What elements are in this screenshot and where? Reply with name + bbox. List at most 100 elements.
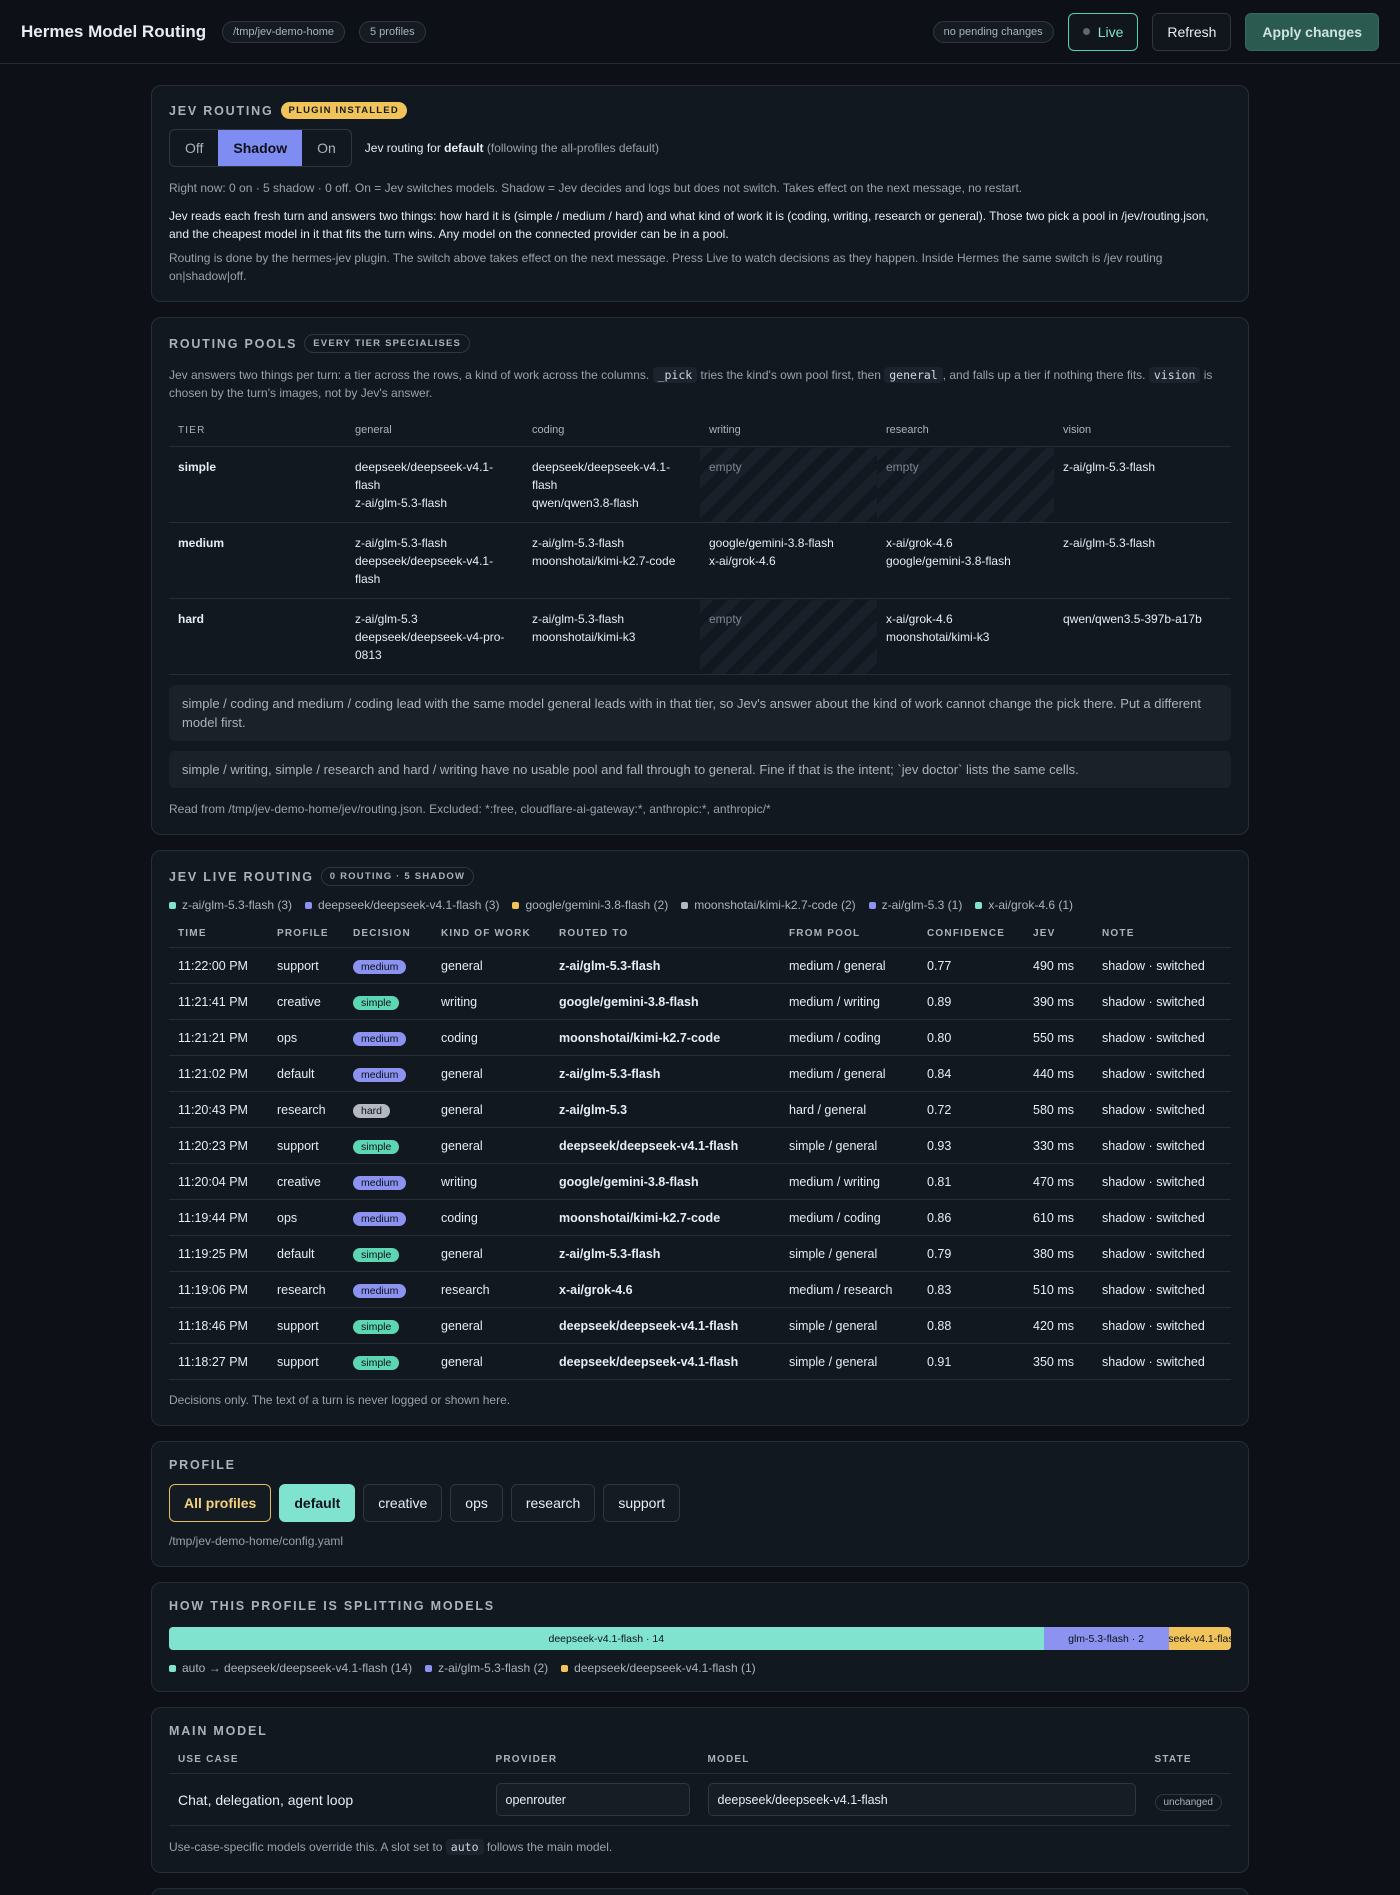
table-row[interactable]: 11:20:04 PM creative medium writing google/g…: [169, 1163, 1231, 1200]
pool-cell-writing[interactable]: empty: [700, 598, 877, 675]
table-row[interactable]: 11:20:23 PM support simple general deepseek/…: [169, 1127, 1231, 1164]
profile-cell: ops: [268, 1199, 344, 1236]
pool-cell-writing[interactable]: empty: [700, 446, 877, 523]
pool-cell-vision[interactable]: qwen/qwen3.5-397b-a17b: [1054, 598, 1231, 675]
model-split-card: HOW THIS PROFILE IS SPLITTING MODELS dee…: [151, 1582, 1249, 1692]
kind-cell: coding: [432, 1199, 550, 1236]
next-section-card: [151, 1888, 1249, 1895]
profile-research-button[interactable]: research: [510, 1484, 596, 1522]
pool-cell-vision[interactable]: z-ai/glm-5.3-flash: [1054, 446, 1231, 523]
time-cell: 11:20:23 PM: [169, 1127, 268, 1164]
routing-explanation: Jev reads each fresh turn and answers tw…: [169, 209, 1209, 241]
kind-cell: coding: [432, 1019, 550, 1056]
pool-cell-general[interactable]: z-ai/glm-5.3-flash deepseek/deepseek-v4.…: [346, 522, 523, 599]
live-header-time: TIME: [169, 916, 268, 948]
main-model-table: USE CASE PROVIDER MODEL STATE Chat, dele…: [169, 1742, 1231, 1826]
pool-cell-research[interactable]: empty: [877, 446, 1054, 523]
routing-status-line: Right now: 0 on · 5 shadow · 0 off. On =…: [169, 181, 1023, 195]
mode-shadow-option[interactable]: Shadow: [218, 130, 303, 166]
pool-cell-writing[interactable]: google/gemini-3.8-flash x-ai/grok-4.6: [700, 522, 877, 599]
legend-label: moonshotai/kimi-k2.7-code (2): [694, 898, 856, 912]
pools-header-writing: writing: [700, 414, 877, 447]
decision-badge: simple: [353, 1139, 400, 1154]
refresh-button[interactable]: Refresh: [1152, 12, 1232, 51]
table-row[interactable]: 11:20:43 PM research hard general z-ai/glm-5…: [169, 1091, 1231, 1128]
time-cell: 11:21:21 PM: [169, 1019, 268, 1056]
table-row[interactable]: 11:18:27 PM support simple general deepseek/…: [169, 1343, 1231, 1380]
legend-item: google/gemini-3.8-flash (2): [512, 898, 668, 912]
legend-label: z-ai/glm-5.3-flash (3): [182, 898, 293, 912]
legend-label: deepseek/deepseek-v4.1-flash (3): [318, 898, 500, 912]
tier-name: hard: [169, 598, 346, 675]
live-button[interactable]: Live: [1067, 12, 1139, 51]
jev-latency-cell: 390 ms: [1024, 983, 1093, 1020]
time-cell: 11:21:02 PM: [169, 1055, 268, 1092]
model-split-legend: auto → deepseek/deepseek-v4.1-flash (14)…: [169, 1661, 1231, 1675]
provider-field[interactable]: openrouter: [495, 1783, 690, 1816]
routing-pools-footer: Read from /tmp/jev-demo-home/jev/routing…: [169, 802, 771, 816]
pools-row-simple: simple deepseek/deepseek-v4.1-flash z-ai/…: [169, 446, 1231, 523]
profile-default-button[interactable]: default: [279, 1484, 356, 1522]
decision-cell: simple: [344, 1235, 432, 1272]
pool-cell-coding[interactable]: z-ai/glm-5.3-flash moonshotai/kimi-k2.7-…: [523, 522, 700, 599]
decision-badge: medium: [353, 959, 407, 974]
pool-cell-coding[interactable]: deepseek/deepseek-v4.1-flash qwen/qwen3.…: [523, 446, 700, 523]
live-routing-card: JEV LIVE ROUTING 0 ROUTING · 5 SHADOW z-…: [151, 850, 1249, 1426]
decision-cell: medium: [344, 1271, 432, 1308]
mode-off-option[interactable]: Off: [170, 130, 218, 166]
table-row[interactable]: 11:21:21 PM ops medium coding moonshotai/kim…: [169, 1019, 1231, 1056]
apply-changes-button[interactable]: Apply changes: [1245, 12, 1379, 51]
profile-all-button[interactable]: All profiles: [169, 1484, 272, 1522]
time-cell: 11:18:27 PM: [169, 1343, 268, 1380]
profile-creative-button[interactable]: creative: [363, 1484, 443, 1522]
decision-badge: simple: [353, 1319, 400, 1334]
profile-ops-button[interactable]: ops: [450, 1484, 503, 1522]
routed-to-cell: z-ai/glm-5.3-flash: [550, 1235, 780, 1272]
pool-cell-research[interactable]: x-ai/grok-4.6 google/gemini-3.8-flash: [877, 522, 1054, 599]
confidence-cell: 0.88: [918, 1307, 1024, 1344]
pools-header-tier: TIER: [169, 414, 346, 447]
table-row[interactable]: 11:19:06 PM research medium research x-ai/gr…: [169, 1271, 1231, 1308]
model-split-title: HOW THIS PROFILE IS SPLITTING MODELS: [169, 1599, 495, 1613]
decision-cell: medium: [344, 1055, 432, 1092]
table-row[interactable]: 11:21:41 PM creative simple writing google/g…: [169, 983, 1231, 1020]
pool-cell-research[interactable]: x-ai/grok-4.6 moonshotai/kimi-k3: [877, 598, 1054, 675]
pool-cell-general[interactable]: deepseek/deepseek-v4.1-flash z-ai/glm-5.…: [346, 446, 523, 523]
routed-to-cell: x-ai/grok-4.6: [550, 1271, 780, 1308]
routed-to-cell: moonshotai/kimi-k2.7-code: [550, 1019, 780, 1056]
jev-latency-cell: 440 ms: [1024, 1055, 1093, 1092]
routed-to-cell: google/gemini-3.8-flash: [550, 983, 780, 1020]
profile-support-button[interactable]: support: [603, 1484, 681, 1522]
routed-to-cell: z-ai/glm-5.3: [550, 1091, 780, 1128]
table-row[interactable]: 11:19:25 PM default simple general z-ai/glm-…: [169, 1235, 1231, 1272]
legend-item: z-ai/glm-5.3 (1): [868, 898, 962, 912]
profile-cell: research: [268, 1271, 344, 1308]
legend-label: deepseek/deepseek-v4.1-flash (1): [574, 1661, 756, 1675]
decision-badge: medium: [353, 1031, 407, 1046]
note-cell: shadow · switched: [1093, 983, 1231, 1020]
table-row[interactable]: 11:18:46 PM support simple general deepseek/…: [169, 1307, 1231, 1344]
legend-item: moonshotai/kimi-k2.7-code (2): [681, 898, 856, 912]
legend-item: x-ai/grok-4.6 (1): [975, 898, 1073, 912]
model-field[interactable]: deepseek/deepseek-v4.1-flash: [707, 1783, 1136, 1816]
live-status-dot-icon: [1082, 28, 1090, 35]
pool-cell-general[interactable]: z-ai/glm-5.3 deepseek/deepseek-v4-pro-08…: [346, 598, 523, 675]
model-state-chip: unchanged: [1154, 1793, 1222, 1811]
pool-cell-vision[interactable]: z-ai/glm-5.3-flash: [1054, 522, 1231, 599]
table-row[interactable]: 11:21:02 PM default medium general z-ai/glm-…: [169, 1055, 1231, 1092]
table-row[interactable]: 11:19:44 PM ops medium coding moonshotai/kim…: [169, 1199, 1231, 1236]
mode-on-option[interactable]: On: [302, 130, 351, 166]
split-segment: deepseek-v4.1-flash · 1: [1168, 1627, 1231, 1650]
time-cell: 11:20:04 PM: [169, 1163, 268, 1200]
pool-cell-coding[interactable]: z-ai/glm-5.3-flash moonshotai/kimi-k3: [523, 598, 700, 675]
decision-cell: medium: [344, 947, 432, 984]
table-row[interactable]: 11:22:00 PM support medium general z-ai/glm-…: [169, 947, 1231, 984]
decision-badge: hard: [353, 1103, 391, 1118]
from-pool-cell: medium / writing: [780, 983, 918, 1020]
routing-mode-toggle: Off Shadow On: [169, 129, 352, 167]
jev-routing-title: JEV ROUTING: [169, 103, 274, 118]
legend-label: x-ai/grok-4.6 (1): [988, 898, 1074, 912]
decision-badge: medium: [353, 1211, 407, 1226]
pools-header-row: TIER general coding writing research vis…: [169, 414, 1231, 447]
decision-badge: simple: [353, 995, 400, 1010]
